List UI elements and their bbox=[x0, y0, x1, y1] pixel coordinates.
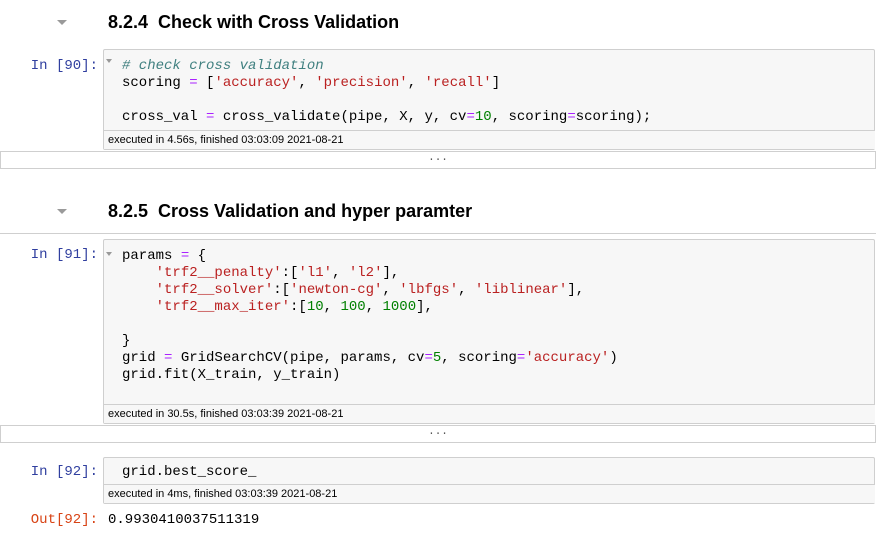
fold-marker-icon[interactable] bbox=[106, 59, 112, 63]
section-heading: 8.2.4 Check with Cross Validation bbox=[108, 12, 400, 32]
fold-marker-icon[interactable] bbox=[106, 252, 112, 256]
code-editor[interactable]: params = { 'trf2__penalty':['l1', 'l2'],… bbox=[122, 248, 618, 384]
code-editor[interactable]: # check cross validation scoring = ['acc… bbox=[122, 58, 651, 126]
code-cell-input[interactable]: params = { 'trf2__penalty':['l1', 'l2'],… bbox=[103, 239, 875, 424]
input-prompt: In [91]: bbox=[30, 247, 98, 263]
collapsed-output[interactable]: ... bbox=[0, 425, 876, 443]
code-editor[interactable]: grid.best_score_ bbox=[122, 464, 256, 481]
input-prompt: In [92]: bbox=[30, 464, 98, 480]
input-prompt: In [90]: bbox=[30, 58, 98, 74]
divider bbox=[0, 233, 876, 234]
code-comment: # check cross validation bbox=[122, 58, 324, 74]
section-heading: 8.2.5 Cross Validation and hyper paramte… bbox=[108, 201, 473, 221]
execution-info: executed in 30.5s, finished 03:03:39 202… bbox=[104, 404, 875, 423]
execution-info: executed in 4.56s, finished 03:03:09 202… bbox=[104, 130, 875, 149]
collapsed-output[interactable]: ... bbox=[0, 151, 876, 169]
collapse-heading-arrow-icon[interactable] bbox=[57, 20, 67, 25]
output-prompt: Out[92]: bbox=[30, 512, 98, 528]
execution-info: executed in 4ms, finished 03:03:39 2021-… bbox=[104, 484, 875, 503]
cell-output: 0.9930410037511319 bbox=[108, 512, 260, 528]
collapse-heading-arrow-icon[interactable] bbox=[57, 209, 67, 214]
